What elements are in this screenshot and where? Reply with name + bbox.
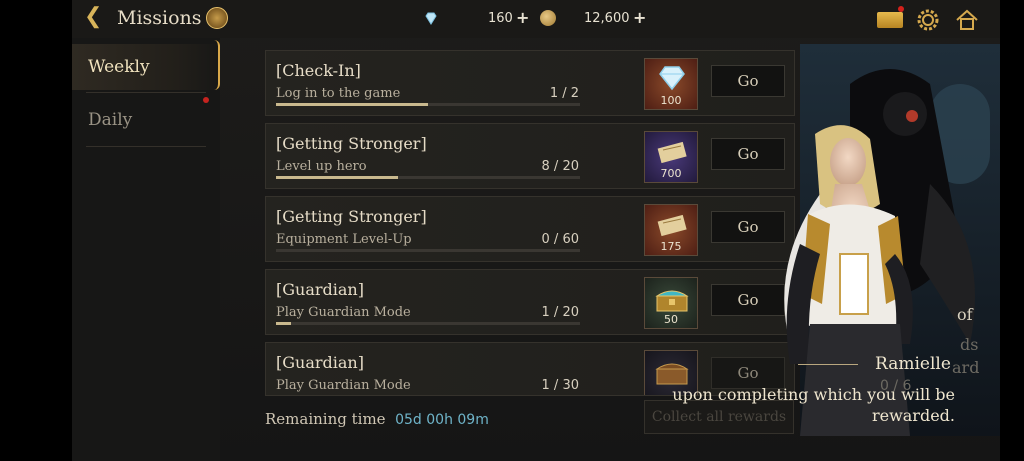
character-portrait (730, 44, 1000, 436)
mission-row: [Getting Stronger] Level up hero 8 / 20 … (265, 123, 795, 189)
mission-title: [Check-In] (276, 61, 361, 80)
daily-notification-dot (203, 97, 209, 103)
screen-edge-left (0, 0, 72, 461)
mission-title: [Guardian] (276, 280, 364, 299)
reward-slot[interactable]: 700 (644, 131, 698, 183)
character-illustration (784, 44, 1000, 436)
compass-icon[interactable] (206, 7, 228, 29)
progress-bar (276, 176, 580, 179)
sidebar-item-daily[interactable]: Daily (88, 110, 132, 130)
mail-notification-dot (898, 6, 904, 12)
mission-progress-text: 1 / 2 (549, 86, 579, 101)
remaining-time-label: Remaining time (265, 410, 386, 428)
mission-progress-text: 8 / 20 (541, 159, 579, 174)
mission-row: [Check-In] Log in to the game 1 / 2 100 … (265, 50, 795, 116)
sidebar-active-indicator (214, 40, 220, 90)
mission-progress-text: 0 / 60 (541, 232, 579, 247)
reward-quantity: 175 (660, 240, 682, 253)
gear-icon[interactable] (916, 8, 940, 32)
mission-progress-text: 1 / 30 (541, 378, 579, 393)
wooden-chest-icon (655, 363, 689, 385)
mail-icon[interactable] (877, 12, 903, 28)
dialog-text-fragment: ds (960, 335, 979, 354)
add-gold-button[interactable]: + (633, 8, 646, 27)
add-gems-button[interactable]: + (516, 8, 529, 27)
mission-description: Equipment Level-Up (276, 232, 412, 247)
reward-quantity: 700 (660, 167, 682, 180)
reward-slot[interactable]: 100 (644, 58, 698, 110)
mission-description: Log in to the game (276, 86, 401, 101)
mission-description: Play Guardian Mode (276, 305, 411, 320)
mission-title: [Getting Stronger] (276, 207, 427, 226)
progress-bar (276, 103, 580, 106)
mission-title: [Guardian] (276, 353, 364, 372)
diamond-icon (659, 66, 685, 91)
page-title: Missions (117, 7, 202, 29)
reward-quantity: 100 (660, 94, 682, 107)
progress-bar (276, 322, 580, 325)
gem-count: 160 (488, 11, 513, 26)
mission-title: [Getting Stronger] (276, 134, 427, 153)
mission-row: [Guardian] Play Guardian Mode 1 / 20 50 … (265, 269, 795, 335)
progress-bar-fill (276, 103, 428, 106)
reward-quantity: 50 (664, 313, 678, 326)
scroll-icon (657, 214, 687, 237)
dialog-text-fragment: ard (952, 358, 980, 377)
progress-bar-fill (276, 176, 398, 179)
mission-progress-text: 1 / 20 (541, 305, 579, 320)
back-arrow-icon[interactable]: ❮ (84, 6, 102, 28)
home-icon[interactable] (955, 8, 979, 32)
progress-bar (276, 249, 580, 252)
screen-edge-right (1000, 0, 1024, 461)
sidebar-divider (86, 146, 206, 147)
character-name: Ramielle (875, 354, 951, 374)
gold-count: 12,600 (584, 11, 630, 26)
mission-description: Level up hero (276, 159, 367, 174)
reward-slot[interactable]: 175 (644, 204, 698, 256)
gold-coin-icon (540, 10, 556, 26)
diamond-icon (425, 12, 437, 25)
reward-slot[interactable]: 50 (644, 277, 698, 329)
mission-row: [Getting Stronger] Equipment Level-Up 0 … (265, 196, 795, 262)
dialog-text-fragment: of (957, 305, 973, 324)
sidebar-item-weekly[interactable]: Weekly (88, 57, 150, 77)
sidebar-divider (86, 92, 206, 93)
remaining-time: Remaining time 05d 00h 09m (265, 410, 489, 428)
scroll-icon (657, 141, 687, 164)
mission-description: Play Guardian Mode (276, 378, 411, 393)
name-divider (798, 364, 858, 365)
progress-bar-fill (276, 322, 292, 325)
sidebar (72, 38, 220, 461)
remaining-time-value: 05d 00h 09m (395, 412, 489, 428)
character-dialog: upon completing which you will be reward… (672, 385, 955, 425)
treasure-chest-icon (655, 290, 689, 312)
